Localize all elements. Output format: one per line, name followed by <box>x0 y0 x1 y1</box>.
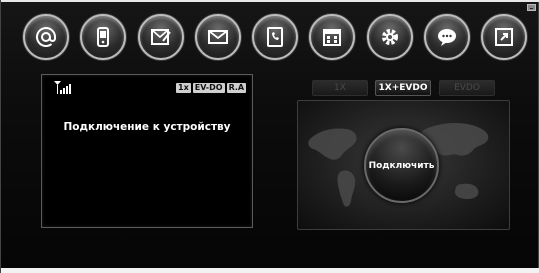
mode-evdo[interactable]: EVDO <box>439 80 495 96</box>
status-display: 1x EV-DO R.A Подключение к устройству <box>41 74 253 228</box>
phonebook-icon <box>267 27 283 47</box>
speech-bubble-icon <box>438 29 456 46</box>
network-type-tags: 1x EV-DO R.A <box>176 83 247 93</box>
toolbar-button-settings[interactable] <box>367 14 413 60</box>
toolbar-button-phone[interactable] <box>80 14 126 60</box>
envelope-icon <box>208 30 228 44</box>
gear-icon <box>382 29 398 45</box>
toolbar-button-compose[interactable] <box>138 14 184 60</box>
toolbar-button-email[interactable] <box>23 14 69 60</box>
minimize-button[interactable] <box>527 4 536 11</box>
tag-1x: 1x <box>176 83 191 93</box>
tag-roaming: R.A <box>226 83 247 93</box>
toolbar-button-phonebook[interactable] <box>252 14 298 60</box>
exit-icon <box>495 28 513 46</box>
at-sign-icon <box>36 26 56 47</box>
toolbar-button-exit[interactable] <box>481 14 527 60</box>
connect-label: Подключить <box>368 160 435 171</box>
window-top-edge <box>1 0 539 2</box>
toolbar-button-chat[interactable] <box>424 14 470 60</box>
calendar-icon <box>323 29 341 46</box>
mode-1x[interactable]: 1X <box>312 80 368 96</box>
mode-1x-evdo[interactable]: 1X+EVDO <box>375 80 431 96</box>
app-window: 1x EV-DO R.A Подключение к устройству 1X… <box>0 0 539 273</box>
compose-message-icon <box>151 29 171 45</box>
connect-button[interactable]: Подключить <box>364 128 439 203</box>
window-bottom-edge <box>1 268 539 273</box>
phone-icon <box>97 27 109 47</box>
toolbar-button-calendar[interactable] <box>309 14 355 60</box>
world-map-panel: Подключить <box>297 100 510 230</box>
status-message: Подключение к устройству <box>63 121 231 133</box>
signal-strength-icon <box>54 81 71 94</box>
tag-evdo: EV-DO <box>192 83 225 93</box>
toolbar-button-inbox[interactable] <box>195 14 241 60</box>
